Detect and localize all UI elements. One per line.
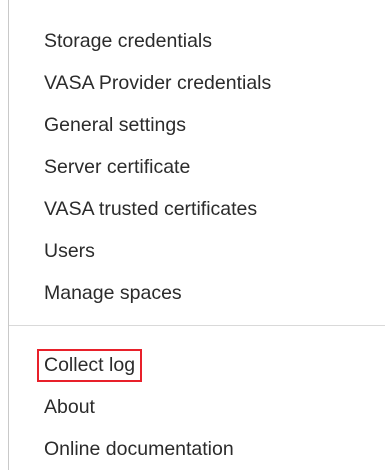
- menu-item-manage-spaces[interactable]: Manage spaces: [9, 272, 385, 314]
- menu-item-label-highlighted: Collect log: [36, 348, 143, 382]
- menu-item-label: Users: [44, 239, 95, 262]
- menu-item-vasa-provider-credentials[interactable]: VASA Provider credentials: [9, 62, 385, 104]
- menu-item-server-certificate[interactable]: Server certificate: [9, 146, 385, 188]
- menu-item-label: VASA trusted certificates: [44, 197, 258, 220]
- menu-item-online-documentation[interactable]: Online documentation: [9, 428, 385, 470]
- menu-item-label: General settings: [44, 113, 186, 136]
- menu-item-label: Server certificate: [44, 155, 191, 178]
- menu-item-label: VASA Provider credentials: [44, 71, 272, 94]
- menu-item-general-settings[interactable]: General settings: [9, 104, 385, 146]
- settings-dropdown-menu: Storage credentials VASA Provider creden…: [8, 0, 385, 470]
- menu-item-storage-credentials[interactable]: Storage credentials: [9, 20, 385, 62]
- menu-item-about[interactable]: About: [9, 386, 385, 428]
- menu-group-settings: Storage credentials VASA Provider creden…: [9, 0, 385, 314]
- menu-group-help: Collect log About Online documentation: [9, 326, 385, 470]
- menu-item-users[interactable]: Users: [9, 230, 385, 272]
- menu-item-label: Storage credentials: [44, 29, 213, 52]
- menu-item-label: Manage spaces: [44, 281, 182, 304]
- menu-item-vasa-trusted-certificates[interactable]: VASA trusted certificates: [9, 188, 385, 230]
- menu-item-label: About: [44, 395, 95, 418]
- menu-item-collect-log[interactable]: Collect log: [9, 344, 385, 386]
- menu-item-label: Online documentation: [44, 437, 234, 460]
